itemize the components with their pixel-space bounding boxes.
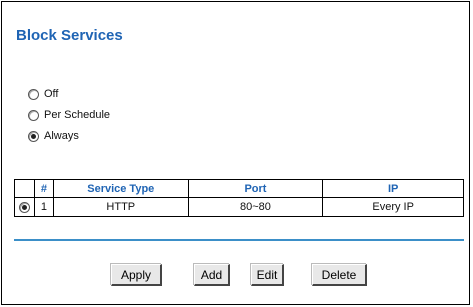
radio-per-schedule-button[interactable]	[28, 109, 39, 121]
radio-always[interactable]: Always	[28, 129, 79, 143]
button-bar: Apply Add Edit Delete	[0, 264, 473, 288]
services-table: # Service Type Port IP 1 HTTP 80~80 Ever…	[14, 179, 464, 217]
separator-line	[14, 239, 464, 241]
row-port: 80~80	[187, 197, 324, 217]
radio-always-button[interactable]	[28, 130, 39, 142]
row-select-radio[interactable]	[18, 201, 30, 213]
radio-off-label: Off	[44, 88, 59, 100]
column-header-number: #	[33, 179, 54, 198]
column-header-port: Port	[187, 179, 324, 198]
radio-off[interactable]: Off	[28, 87, 58, 101]
column-header-service-type: Service Type	[52, 179, 189, 198]
edit-button[interactable]: Edit	[251, 264, 284, 286]
add-button[interactable]: Add	[194, 264, 230, 286]
radio-always-label: Always	[44, 130, 79, 142]
column-header-select	[14, 179, 35, 198]
row-service-type: HTTP	[52, 197, 189, 217]
table-header-row: # Service Type Port IP	[14, 179, 464, 198]
delete-button[interactable]: Delete	[312, 264, 367, 286]
row-ip: Every IP	[322, 197, 464, 217]
row-select-cell[interactable]	[14, 197, 35, 217]
column-header-ip: IP	[322, 179, 464, 198]
radio-per-schedule[interactable]: Per Schedule	[28, 108, 110, 122]
radio-per-schedule-label: Per Schedule	[44, 109, 111, 121]
table-row[interactable]: 1 HTTP 80~80 Every IP	[14, 197, 464, 217]
block-services-panel: Block Services Off Per Schedule Always #…	[1, 1, 470, 305]
apply-button[interactable]: Apply	[111, 264, 162, 286]
row-number: 1	[33, 197, 54, 217]
page-title: Block Services	[16, 27, 123, 44]
radio-off-button[interactable]	[28, 88, 39, 100]
